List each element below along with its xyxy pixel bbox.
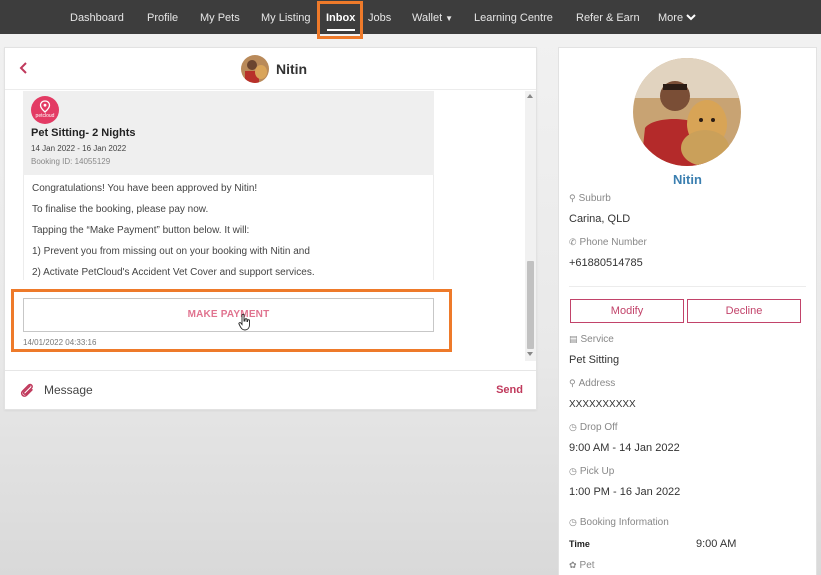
- dropoff-label-text: Drop Off: [579, 422, 618, 433]
- chat-header: Nitin: [5, 48, 536, 90]
- divider: [569, 286, 806, 287]
- profile-avatar: [633, 58, 741, 166]
- location-pin-icon: [39, 100, 51, 113]
- suburb-value: Carina, QLD: [569, 213, 631, 225]
- message-thread[interactable]: petcloud Pet Sitting- 2 Nights 14 Jan 20…: [5, 91, 536, 361]
- location-pin-icon: ⚲: [569, 193, 576, 203]
- booking-info-label: ◷ Booking Information: [569, 517, 669, 528]
- address-label-text: Address: [578, 378, 616, 389]
- scroll-down-arrow-icon[interactable]: [527, 352, 533, 356]
- dropoff-value: 9:00 AM - 14 Jan 2022: [569, 442, 680, 454]
- booking-info-label-text: Booking Information: [579, 517, 669, 528]
- scroll-up-arrow-icon[interactable]: [527, 94, 533, 98]
- pickup-label-text: Pick Up: [579, 466, 615, 477]
- phone-icon: ✆: [569, 237, 577, 247]
- nav-more-label: More: [658, 12, 684, 24]
- address-label: ⚲ Address: [569, 378, 615, 389]
- pet-label: ✿ Pet: [569, 560, 595, 571]
- booking-dates: 14 Jan 2022 - 16 Jan 2022: [31, 144, 127, 153]
- location-pin-icon: ⚲: [569, 378, 576, 388]
- scrollbar-thumb[interactable]: [527, 261, 534, 349]
- nav-dashboard[interactable]: Dashboard: [70, 0, 124, 34]
- clock-icon: ◷: [569, 422, 577, 432]
- nav-refer-earn[interactable]: Refer & Earn: [576, 0, 640, 34]
- back-arrow-icon[interactable]: [17, 60, 35, 78]
- make-payment-button[interactable]: MAKE PAYMENT: [23, 298, 434, 332]
- paperclip-icon[interactable]: [19, 382, 35, 405]
- send-button[interactable]: Send: [496, 384, 523, 396]
- approval-message: Congratulations! You have been approved …: [23, 175, 434, 280]
- service-label: ▤ Service: [569, 334, 614, 345]
- thread-scrollbar[interactable]: [525, 91, 536, 361]
- dropoff-label: ◷ Drop Off: [569, 422, 617, 433]
- message-timestamp: 14/01/2022 04:33:16: [23, 338, 97, 347]
- contact-name: Nitin: [276, 61, 308, 77]
- decline-button[interactable]: Decline: [687, 299, 801, 323]
- phone-value: +61880514785: [569, 257, 643, 269]
- booking-card: petcloud Pet Sitting- 2 Nights 14 Jan 20…: [23, 91, 434, 175]
- nav-more[interactable]: More: [658, 0, 696, 34]
- address-value: XXXXXXXXXX: [569, 399, 636, 410]
- pickup-value: 1:00 PM - 16 Jan 2022: [569, 486, 681, 498]
- nav-learning-centre[interactable]: Learning Centre: [474, 0, 553, 34]
- compose-bar: Message Send: [5, 370, 536, 409]
- message-line: 1) Prevent you from missing out on your …: [32, 246, 310, 257]
- message-input[interactable]: Message: [44, 383, 93, 397]
- document-icon: ▤: [569, 334, 578, 344]
- service-label-text: Service: [580, 334, 614, 345]
- booking-details-panel: Nitin ⚲ Suburb Carina, QLD ✆ Phone Number …: [558, 47, 817, 575]
- caret-down-icon: ▼: [445, 14, 454, 23]
- chat-panel: Nitin petcloud Pet Sitting- 2 Nights 14 …: [4, 47, 537, 410]
- nav-my-pets[interactable]: My Pets: [200, 0, 240, 34]
- petcloud-logo-text: petcloud: [35, 113, 55, 119]
- pickup-label: ◷ Pick Up: [569, 466, 614, 477]
- nav-wallet-label: Wallet: [412, 12, 443, 24]
- contact-avatar: [241, 55, 269, 83]
- message-line: To finalise the booking, please pay now.: [32, 204, 209, 215]
- message-line: 2) Activate PetCloud's Accident Vet Cove…: [32, 267, 315, 278]
- paw-icon: ✿: [569, 560, 577, 570]
- profile-name: Nitin: [673, 172, 702, 187]
- pet-label-text: Pet: [579, 560, 595, 571]
- phone-label-text: Phone Number: [579, 237, 647, 248]
- service-value: Pet Sitting: [569, 354, 620, 366]
- modify-button[interactable]: Modify: [570, 299, 684, 323]
- message-line: Congratulations! You have been approved …: [32, 183, 258, 194]
- nav-my-listing[interactable]: My Listing: [261, 0, 311, 34]
- clock-icon: ◷: [569, 466, 577, 476]
- time-value: 9:00 AM: [696, 538, 737, 550]
- hand-cursor-icon: [238, 313, 250, 331]
- top-nav: Dashboard Profile My Pets My Listing Inb…: [0, 0, 821, 34]
- chevron-down-icon: [686, 14, 696, 21]
- phone-label: ✆ Phone Number: [569, 237, 647, 248]
- nav-wallet[interactable]: Wallet ▼: [412, 0, 453, 34]
- active-tab-underline: [327, 29, 355, 31]
- suburb-label-text: Suburb: [578, 193, 611, 204]
- time-label: Time: [569, 539, 590, 549]
- booking-id: Booking ID: 14055129: [31, 157, 111, 166]
- message-line: Tapping the “Make Payment” button below.…: [32, 225, 250, 236]
- clock-icon: ◷: [569, 517, 577, 527]
- booking-title: Pet Sitting- 2 Nights: [31, 127, 136, 139]
- petcloud-logo: petcloud: [31, 96, 59, 124]
- nav-jobs[interactable]: Jobs: [368, 0, 391, 34]
- suburb-label: ⚲ Suburb: [569, 193, 611, 204]
- nav-profile[interactable]: Profile: [147, 0, 178, 34]
